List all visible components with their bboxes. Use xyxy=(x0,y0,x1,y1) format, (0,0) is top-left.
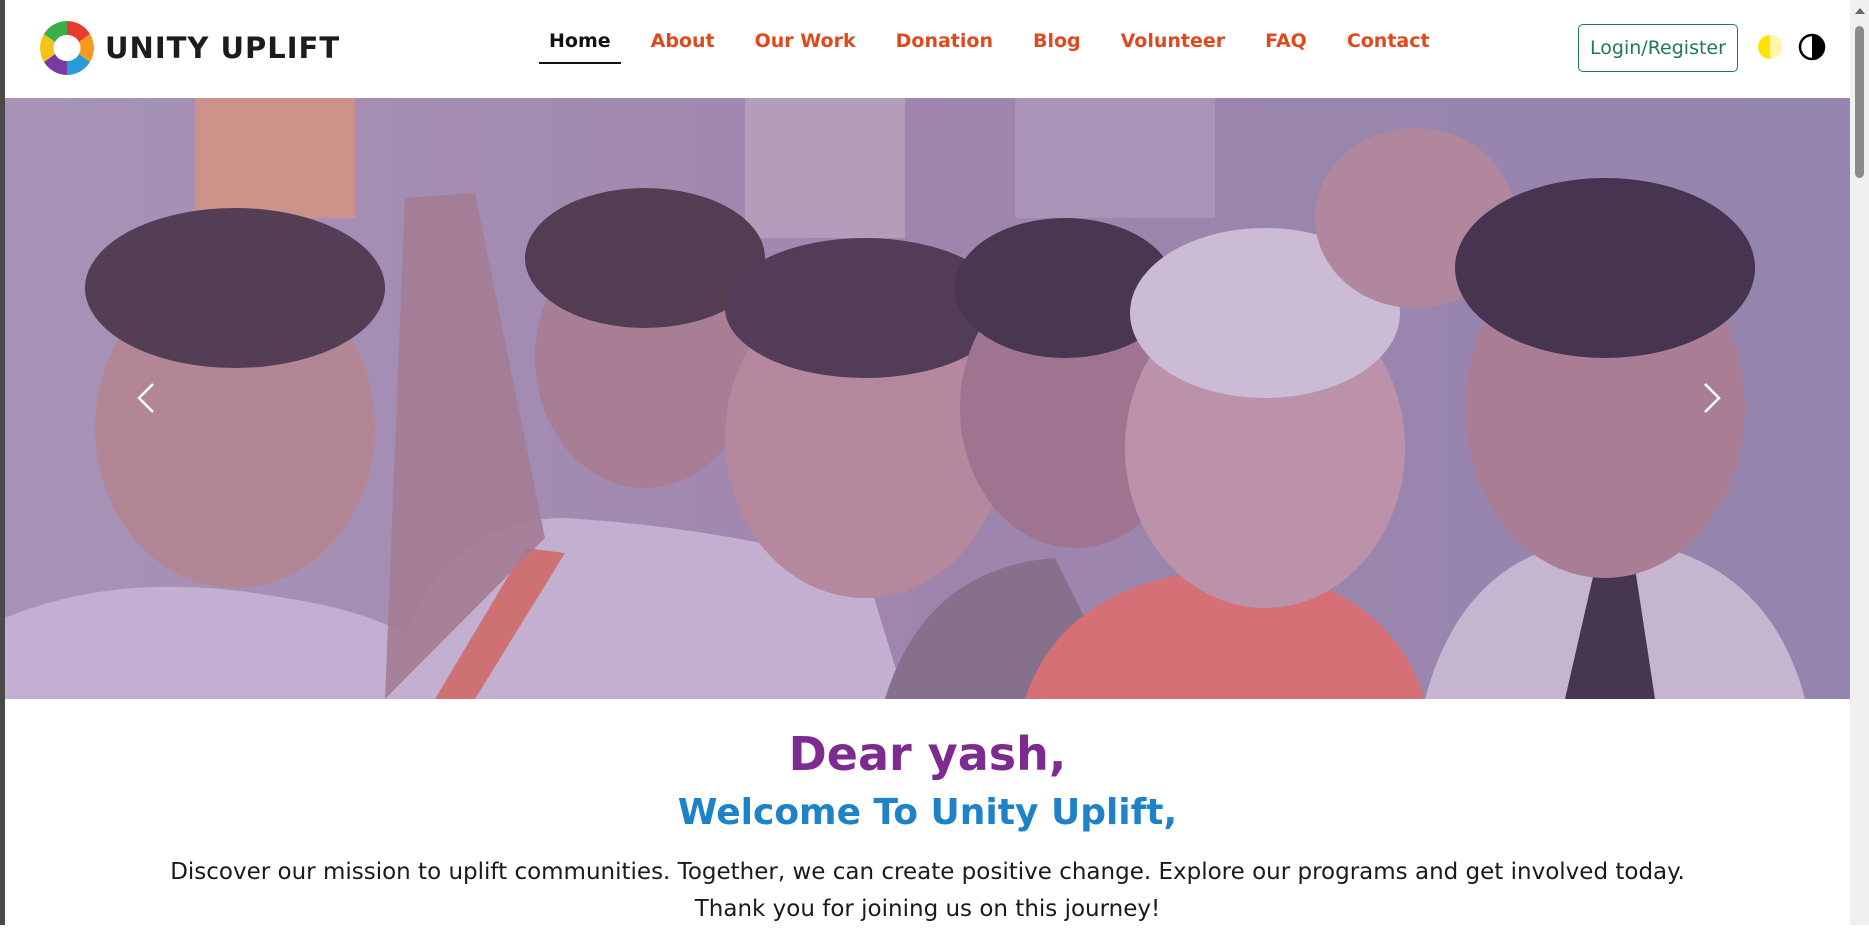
chevron-left-icon[interactable] xyxy=(127,378,167,418)
brand-name: UNITY UPLIFT xyxy=(105,31,341,65)
welcome-title: Welcome To Unity Uplift, xyxy=(677,792,1178,833)
login-register-button[interactable]: Login/Register xyxy=(1578,24,1738,72)
navbar: UNITY UPLIFT Home About Our Work Donatio… xyxy=(5,0,1850,98)
brand-link[interactable]: UNITY UPLIFT xyxy=(35,16,340,80)
theme-yellow-icon[interactable] xyxy=(1756,33,1784,61)
nav-item-faq[interactable]: FAQ xyxy=(1255,24,1317,64)
intro-text: Discover our mission to uplift communiti… xyxy=(5,854,1850,928)
nav-item-our-work[interactable]: Our Work xyxy=(745,24,866,64)
nav-item-volunteer[interactable]: Volunteer xyxy=(1111,24,1236,64)
nav-item-donation[interactable]: Donation xyxy=(886,24,1003,64)
scrollbar-thumb[interactable] xyxy=(1855,26,1864,178)
unity-uplift-logo-icon xyxy=(40,21,94,75)
page-scrollbar[interactable] xyxy=(1850,0,1869,925)
nav-item-home[interactable]: Home xyxy=(539,24,621,64)
contrast-icon[interactable] xyxy=(1798,33,1826,61)
carousel-overlay xyxy=(5,98,1850,699)
welcome-section: Dear yash, Welcome To Unity Uplift, Disc… xyxy=(5,699,1850,928)
hero-carousel xyxy=(5,98,1850,699)
page: UNITY UPLIFT Home About Our Work Donatio… xyxy=(5,0,1850,925)
intro-line-2: Thank you for joining us on this journey… xyxy=(694,896,1161,922)
chevron-right-icon[interactable] xyxy=(1691,378,1731,418)
nav-item-contact[interactable]: Contact xyxy=(1337,24,1440,64)
nav-item-about[interactable]: About xyxy=(641,24,725,64)
nav-item-blog[interactable]: Blog xyxy=(1023,24,1091,64)
greeting-heading: Dear yash, xyxy=(788,727,1067,781)
main-nav: Home About Our Work Donation Blog Volunt… xyxy=(539,24,1460,64)
intro-line-1: Discover our mission to uplift communiti… xyxy=(170,859,1685,885)
scroll-up-icon[interactable] xyxy=(1855,8,1865,14)
